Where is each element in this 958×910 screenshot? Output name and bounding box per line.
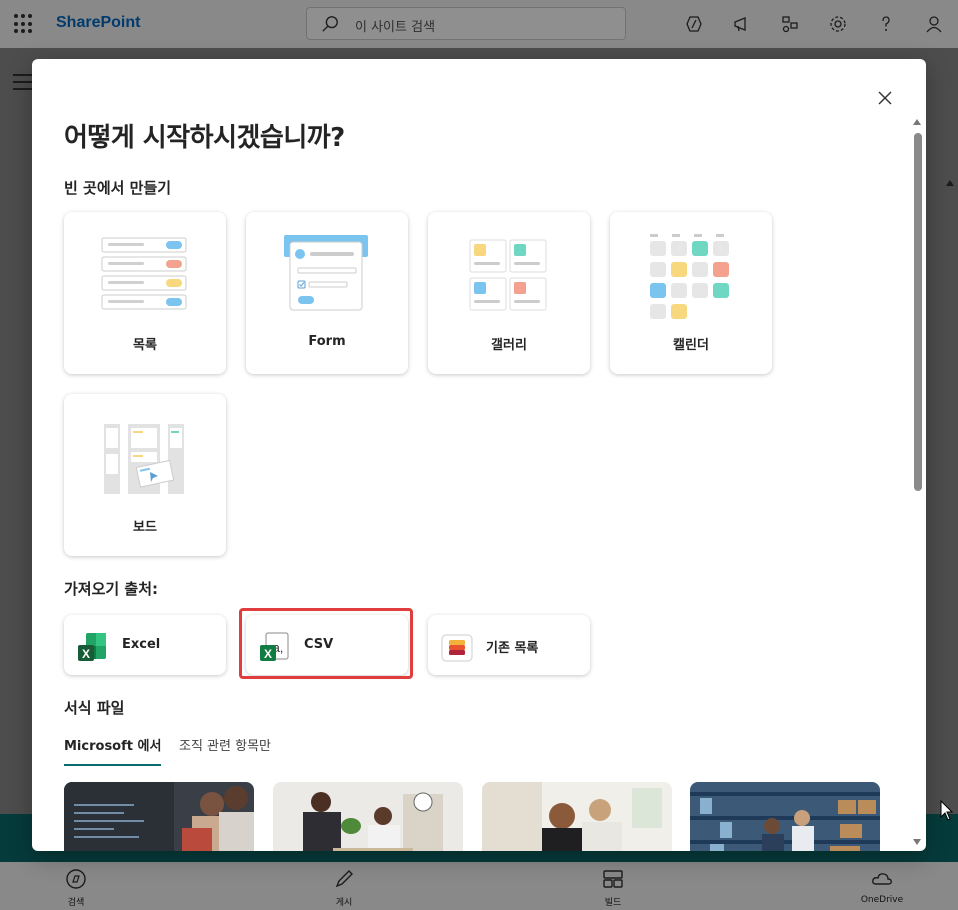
dialog-scrollbar[interactable] — [914, 133, 922, 491]
tile-gallery[interactable]: 갤러리 — [428, 212, 590, 374]
tab-organization-only[interactable]: 조직 관련 항목만 — [179, 735, 271, 754]
gallery-illustration — [469, 239, 547, 311]
import-label: Excel — [122, 637, 161, 652]
blank-section-heading: 빈 곳에서 만들기 — [64, 179, 172, 197]
tile-label: 목록 — [133, 338, 157, 353]
template-thumbnail-image — [273, 782, 463, 851]
dialog-scroll-down-icon[interactable] — [913, 839, 921, 845]
mouse-cursor-icon — [940, 800, 954, 821]
import-existing-list[interactable]: 기존 목록 — [428, 615, 590, 675]
tile-label: 보드 — [133, 520, 157, 535]
dialog-scroll-up-icon[interactable] — [913, 119, 921, 125]
template-thumbnail-image — [690, 782, 880, 851]
tile-label: 갤러리 — [491, 338, 527, 353]
lists-icon — [441, 634, 473, 662]
excel-icon: X — [78, 633, 106, 661]
template-thumbnail-image — [482, 782, 672, 851]
template-card[interactable] — [273, 782, 463, 851]
close-icon[interactable] — [876, 89, 894, 107]
import-section-heading: 가져오기 출처: — [64, 580, 159, 598]
calendar-illustration — [650, 234, 729, 319]
create-list-dialog: 어떻게 시작하시겠습니까? 빈 곳에서 만들기 목록 Form 갤러리 캘린더 … — [32, 59, 926, 851]
dialog-title: 어떻게 시작하시겠습니까? — [64, 123, 345, 153]
templates-section-heading: 서식 파일 — [64, 699, 125, 717]
csv-selection-highlight — [239, 608, 413, 679]
tile-calendar[interactable]: 캘린더 — [610, 212, 772, 374]
tile-label: Form — [308, 334, 346, 349]
tab-from-microsoft[interactable]: Microsoft 에서 — [64, 735, 162, 766]
form-illustration — [284, 235, 368, 311]
tile-label: 캘린더 — [673, 338, 709, 353]
tile-form[interactable]: Form — [246, 212, 408, 374]
import-label: 기존 목록 — [486, 641, 539, 656]
template-card[interactable] — [482, 782, 672, 851]
tile-list[interactable]: 목록 — [64, 212, 226, 374]
template-thumbnail-image — [64, 782, 254, 851]
board-illustration — [104, 424, 184, 494]
tile-board[interactable]: 보드 — [64, 394, 226, 556]
svg-text:X: X — [82, 647, 90, 661]
template-card[interactable] — [690, 782, 880, 851]
import-excel[interactable]: X Excel — [64, 615, 226, 675]
template-card[interactable] — [64, 782, 254, 851]
list-illustration — [101, 237, 187, 310]
